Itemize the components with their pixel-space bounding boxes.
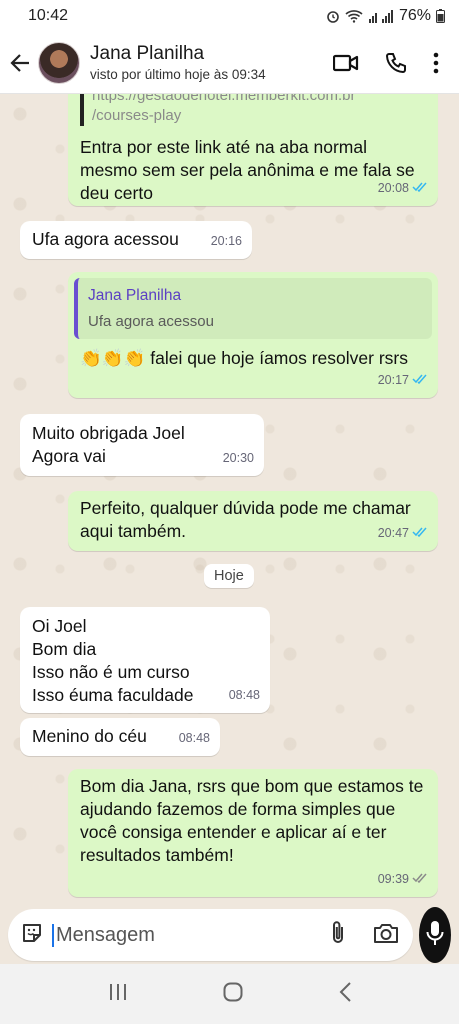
signal-icon [368,9,394,23]
chat-area[interactable]: https://gestaodehotel.memberkit.com.br /… [0,94,459,906]
message-text: Perfeito, qualquer dúvida pode me chamar… [80,498,411,541]
voice-record-button[interactable] [419,907,451,963]
read-receipt-icon [412,369,428,392]
read-receipt-icon [412,522,428,545]
composer [8,909,413,961]
quoted-sender: Jana Planilha [88,287,182,304]
message-time: 20:08 [377,181,409,195]
microphone-icon [426,920,444,951]
message-bubble-incoming[interactable]: Ufa agora acessou 20:16 [20,221,252,259]
message-text: Oi Joel Bom dia Isso não é um curso Isso… [32,616,194,705]
message-bubble-incoming[interactable]: Oi Joel Bom dia Isso não é um curso Isso… [20,607,270,713]
video-call-icon[interactable] [333,53,359,73]
status-icons: 76% [326,7,445,25]
contact-last-seen: visto por último hoje às 09:34 [90,67,266,82]
message-text: 👏👏👏 falei que hoje íamos resolver rsrs [80,348,408,368]
message-link[interactable]: https://gestaodehotel.memberkit.com.br /… [92,94,426,126]
alarm-icon [326,9,340,23]
system-navigation-bar [0,964,459,1024]
home-icon[interactable] [223,982,243,1007]
message-time: 20:16 [210,234,242,248]
composer-bar [0,906,459,964]
read-receipt-icon [412,177,428,200]
message-bubble-outgoing[interactable]: Bom dia Jana, rsrs que bom que estamos t… [68,769,438,897]
message-meta: 20:47 [378,522,428,545]
message-time: 20:30 [222,451,254,465]
contact-info[interactable]: Jana Planilha visto por último hoje às 0… [90,43,333,82]
sticker-icon[interactable] [20,921,44,950]
message-bubble-outgoing[interactable]: Jana Planilha Ufa agora acessou 👏👏👏 fale… [68,272,438,398]
back-nav-icon[interactable] [338,981,352,1007]
message-bubble-outgoing[interactable]: https://gestaodehotel.memberkit.com.br /… [68,94,438,206]
message-time: 09:39 [377,872,409,886]
message-input[interactable] [52,923,321,947]
message-meta: 20:16 [211,230,242,253]
message-meta: 20:08 [378,177,428,200]
contact-name: Jana Planilha [90,43,205,64]
battery-level: 76% [398,7,431,24]
message-time: 20:47 [377,526,409,540]
quoted-text: Ufa agora acessou [88,313,214,330]
message-text: Muito obrigada Joel Agora vai [32,423,185,466]
status-time: 10:42 [28,7,69,24]
message-bubble-incoming[interactable]: Menino do céu 08:48 [20,718,220,756]
message-meta: 08:48 [229,684,260,707]
status-bar: 10:42 76% [0,0,459,32]
attachment-icon[interactable] [329,920,347,951]
recent-apps-icon[interactable] [108,983,128,1006]
message-meta: 09:39 [378,868,428,891]
message-meta: 20:30 [223,447,254,470]
phone-call-icon[interactable] [385,52,407,74]
message-bubble-outgoing[interactable]: Perfeito, qualquer dúvida pode me chamar… [68,491,438,551]
avatar[interactable] [38,41,80,84]
message-time: 08:48 [228,688,260,702]
more-options-icon[interactable] [433,52,439,74]
message-text: Ufa agora acessou [32,229,179,249]
chat-header: Jana Planilha visto por último hoje às 0… [0,32,459,94]
message-meta: 08:48 [179,727,210,750]
message-text: Entra por este link até na aba normal me… [80,137,415,203]
battery-icon [436,9,445,23]
message-meta: 20:17 [378,369,428,392]
delivered-receipt-icon [412,868,428,891]
message-bubble-incoming[interactable]: Muito obrigada Joel Agora vai 20:30 [20,414,264,476]
camera-icon[interactable] [373,922,399,949]
link-preview[interactable]: https://gestaodehotel.memberkit.com.br /… [80,94,426,126]
message-time: 08:48 [178,731,210,745]
quoted-message[interactable]: Jana Planilha Ufa agora acessou [74,278,432,339]
date-separator: Hoje [204,564,254,588]
back-arrow-icon[interactable] [2,32,38,94]
message-time: 20:17 [377,373,409,387]
message-text: Bom dia Jana, rsrs que bom que estamos t… [80,776,424,865]
wifi-icon [345,9,363,23]
